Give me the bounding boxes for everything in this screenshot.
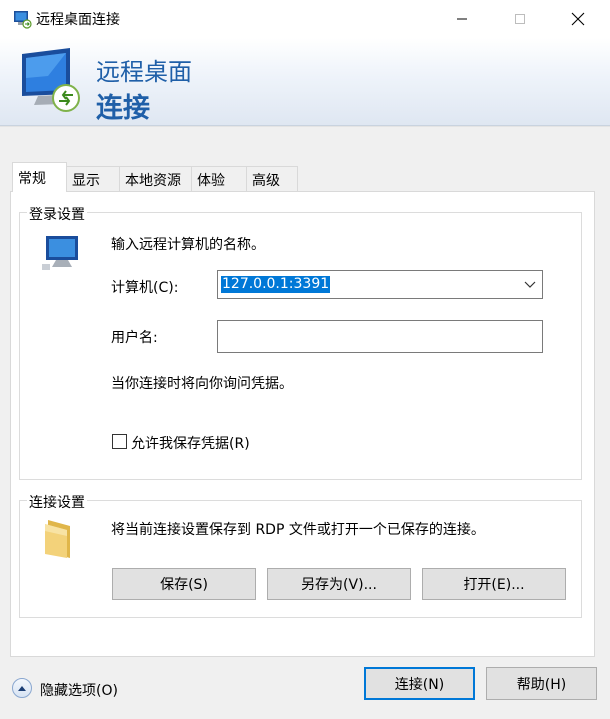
logon-settings-legend: 登录设置 — [27, 204, 87, 224]
username-label: 用户名: — [111, 330, 158, 346]
tab-general[interactable]: 常规 — [12, 162, 67, 192]
connect-button[interactable]: 连接(N) — [364, 667, 475, 700]
connection-description: 将当前连接设置保存到 RDP 文件或打开一个已保存的连接。 — [111, 522, 485, 538]
maximize-icon — [515, 14, 525, 24]
banner-title-line1: 远程桌面 — [96, 58, 192, 86]
computer-label: 计算机(C): — [111, 280, 179, 296]
banner: 远程桌面 连接 — [0, 38, 610, 126]
save-credentials-label[interactable]: 允许我保存凭据(R) — [131, 433, 250, 453]
hide-options-button[interactable] — [12, 678, 32, 698]
computer-icon — [42, 236, 78, 270]
connection-settings-legend: 连接设置 — [27, 492, 87, 512]
remote-desktop-logo-icon — [22, 48, 80, 112]
open-button[interactable]: 打开(E)... — [422, 568, 566, 600]
chevron-down-icon[interactable] — [524, 279, 536, 289]
tab-general-label: 常规 — [18, 171, 46, 187]
remote-desktop-icon — [14, 11, 32, 29]
logon-instruction: 输入远程计算机的名称。 — [111, 237, 265, 253]
computer-combobox[interactable]: 127.0.0.1:3391 — [217, 270, 543, 299]
divider — [0, 126, 610, 127]
folder-icon — [45, 520, 70, 558]
minimize-button[interactable] — [432, 0, 492, 38]
tab-advanced-label: 高级 — [252, 173, 280, 189]
save-credentials-checkbox[interactable] — [112, 434, 127, 449]
tab-experience-label: 体验 — [197, 173, 225, 189]
tab-display[interactable]: 显示 — [66, 166, 120, 191]
username-input[interactable] — [217, 320, 543, 353]
save-button[interactable]: 保存(S) — [112, 568, 256, 600]
hide-options-label[interactable]: 隐藏选项(O) — [40, 680, 118, 700]
close-button[interactable] — [548, 0, 608, 38]
tab-local-resources-label: 本地资源 — [125, 173, 181, 189]
credentials-prompt-note: 当你连接时将向你询问凭据。 — [111, 376, 293, 392]
title-bar: 远程桌面连接 — [0, 0, 610, 38]
tab-advanced[interactable]: 高级 — [246, 166, 298, 191]
close-icon — [571, 12, 585, 26]
tab-display-label: 显示 — [72, 173, 100, 189]
minimize-icon — [457, 18, 467, 20]
window-title: 远程桌面连接 — [36, 12, 120, 28]
computer-value: 127.0.0.1:3391 — [221, 276, 331, 293]
save-as-button[interactable]: 另存为(V)... — [267, 568, 411, 600]
connection-settings-group — [19, 500, 582, 618]
tab-local-resources[interactable]: 本地资源 — [119, 166, 192, 191]
help-button[interactable]: 帮助(H) — [486, 667, 597, 700]
banner-title-line2: 连接 — [96, 93, 150, 124]
chevron-up-icon — [18, 686, 26, 691]
maximize-button[interactable] — [490, 0, 550, 38]
tab-experience[interactable]: 体验 — [191, 166, 247, 191]
